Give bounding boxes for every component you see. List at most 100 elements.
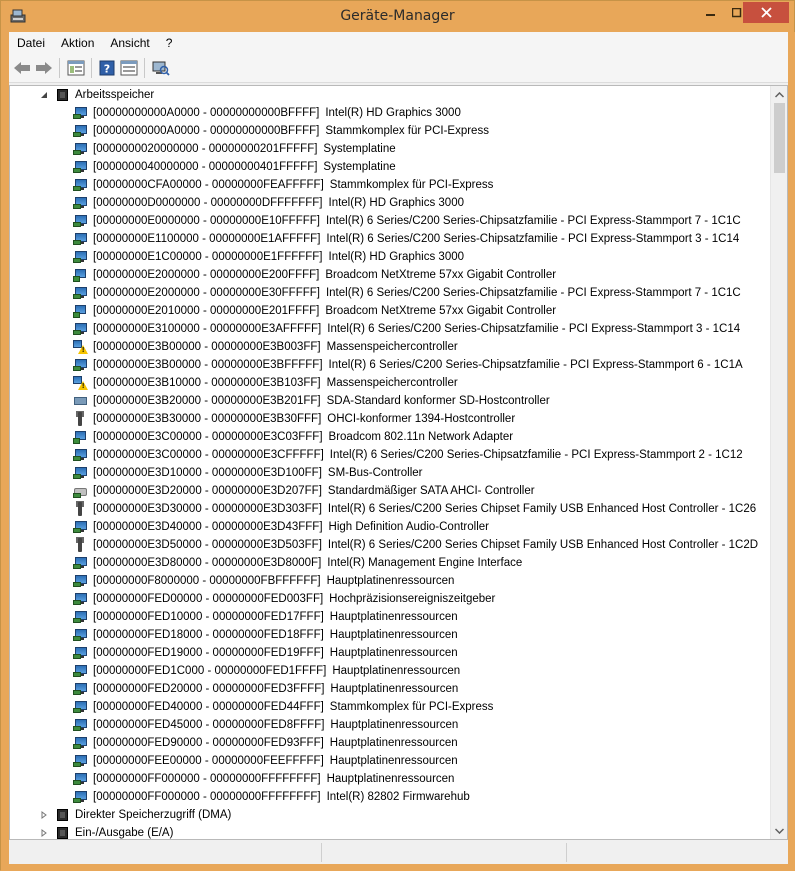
system-device-icon xyxy=(72,591,88,607)
tree-item[interactable]: [00000000E3C00000 - 00000000E3CFFFFF] Int… xyxy=(72,446,743,464)
scroll-thumb[interactable] xyxy=(774,103,785,173)
tree-item[interactable]: [00000000E1C00000 - 00000000E1FFFFFF] Int… xyxy=(72,248,464,266)
forward-icon[interactable] xyxy=(35,59,53,77)
memory-range: [00000000E3D30000 - 00000000E3D303FF] xyxy=(93,503,322,515)
tree-item[interactable]: [00000000CFA00000 - 00000000FEAFFFFF] Sta… xyxy=(72,176,493,194)
minimize-button[interactable] xyxy=(698,2,724,23)
close-icon xyxy=(760,7,772,18)
memory-range: [00000000FED1C000 - 00000000FED1FFFF] xyxy=(93,665,327,677)
device-label: Standardmäßiger SATA AHCI- Controller xyxy=(327,485,535,497)
memory-range: [00000000E3B30000 - 00000000E3B30FFF] xyxy=(93,413,322,425)
toolbar-separator xyxy=(91,58,92,78)
tree-item[interactable]: [00000000F8000000 - 00000000FBFFFFFF] Hau… xyxy=(72,572,454,590)
tree-item[interactable]: [00000000FF000000 - 00000000FFFFFFFF] Hau… xyxy=(72,770,454,788)
tree-item[interactable]: [00000000E3D10000 - 00000000E3D100FF] SM-… xyxy=(72,464,422,482)
tree-item[interactable]: [00000000FEE00000 - 00000000FEEFFFFF] Hau… xyxy=(72,752,458,770)
tree-root-collapsed[interactable]: Direkter Speicherzugriff (DMA) xyxy=(38,806,231,824)
device-tree-panel[interactable]: Arbeitsspeicher [00000000000A0000 - 0000… xyxy=(9,85,788,840)
close-button[interactable] xyxy=(743,2,789,23)
tree-root-collapsed[interactable]: Ein-/Ausgabe (E/A) xyxy=(38,824,173,839)
menu-help[interactable]: ? xyxy=(158,36,181,50)
system-device-icon xyxy=(72,609,88,625)
tree-item[interactable]: ! [00000000E3B00000 - 00000000E3B003FF] Ma… xyxy=(72,338,458,356)
device-label: Intel(R) 6 Series/C200 Series-Chipsatzfa… xyxy=(327,323,741,335)
system-device-icon xyxy=(72,321,88,337)
tree-item[interactable]: [00000000E0000000 - 00000000E10FFFFF] Int… xyxy=(72,212,741,230)
system-device-icon xyxy=(72,627,88,643)
status-divider xyxy=(566,843,567,862)
tree-item[interactable]: [00000000E3D50000 - 00000000E3D503FF] Int… xyxy=(72,536,758,554)
tree-item[interactable]: [00000000E3C00000 - 00000000E3C03FFF] Bro… xyxy=(72,428,513,446)
memory-range: [00000000E3D40000 - 00000000E3D43FFF] xyxy=(93,521,323,533)
tree-item[interactable]: [00000000E3100000 - 00000000E3AFFFFF] Int… xyxy=(72,320,740,338)
device-label: Hauptplatinenressourcen xyxy=(329,611,458,623)
tree-item[interactable]: [00000000FED00000 - 00000000FED003FF] Hoc… xyxy=(72,590,495,608)
tree-item[interactable]: [00000000000A0000 - 00000000000BFFFF] Sta… xyxy=(72,122,489,140)
show-hide-icon[interactable] xyxy=(120,59,138,77)
tree-root-arbeitsspeicher[interactable]: Arbeitsspeicher xyxy=(38,86,154,104)
tree-item[interactable]: [00000000E2000000 - 00000000E30FFFFF] Int… xyxy=(72,284,741,302)
tree-item[interactable]: [00000000E2010000 - 00000000E201FFFF] Bro… xyxy=(72,302,556,320)
title-bar[interactable]: Geräte-Manager xyxy=(1,1,794,32)
system-device-icon xyxy=(72,645,88,661)
device-label: Massenspeichercontroller xyxy=(326,377,458,389)
tree-item[interactable]: [00000000E3D30000 - 00000000E3D303FF] Int… xyxy=(72,500,756,518)
tree-item[interactable]: [00000000FED45000 - 00000000FED8FFFF] Hau… xyxy=(72,716,458,734)
menu-aktion[interactable]: Aktion xyxy=(53,36,102,50)
tree-item[interactable]: [00000000E3D40000 - 00000000E3D43FFF] Hig… xyxy=(72,518,489,536)
properties-view-icon[interactable] xyxy=(67,59,85,77)
expand-collapse-icon[interactable] xyxy=(38,89,50,101)
menu-ansicht[interactable]: Ansicht xyxy=(102,36,157,50)
tree-item[interactable]: [00000000FED19000 - 00000000FED19FFF] Hau… xyxy=(72,644,458,662)
memory-range: [00000000FED19000 - 00000000FED19FFF] xyxy=(93,647,324,659)
scan-hardware-icon[interactable] xyxy=(152,59,170,77)
tree-item[interactable]: [00000000000A0000 - 00000000000BFFFF] Int… xyxy=(72,104,461,122)
system-device-icon xyxy=(72,231,88,247)
tree-item[interactable]: [00000000E3B00000 - 00000000E3BFFFFF] Int… xyxy=(72,356,743,374)
vertical-scrollbar[interactable] xyxy=(770,86,787,839)
device-label: Hauptplatinenressourcen xyxy=(329,647,458,659)
expand-icon[interactable] xyxy=(38,809,50,821)
tree-item[interactable]: [00000000FF000000 - 00000000FFFFFFFF] Int… xyxy=(72,788,470,806)
tree-item[interactable]: [00000000D0000000 - 00000000DFFFFFFF] Int… xyxy=(72,194,464,212)
toolbar-separator xyxy=(144,58,145,78)
tree-item[interactable]: [00000000E1100000 - 00000000E1AFFFFF] Int… xyxy=(72,230,739,248)
memory-range: [00000000E2000000 - 00000000E200FFFF] xyxy=(93,269,320,281)
tree-item[interactable]: [00000000FED20000 - 00000000FED3FFFF] Hau… xyxy=(72,680,458,698)
tree-item[interactable]: [00000000E2000000 - 00000000E200FFFF] Bro… xyxy=(72,266,556,284)
help-icon[interactable]: ? xyxy=(98,59,116,77)
warning-device-icon: ! xyxy=(72,339,88,355)
scroll-up-icon[interactable] xyxy=(771,86,787,103)
tree-item[interactable]: [00000000FED90000 - 00000000FED93FFF] Hau… xyxy=(72,734,458,752)
tree-item[interactable]: [00000000E3B30000 - 00000000E3B30FFF] OHC… xyxy=(72,410,515,428)
tree-item[interactable]: [00000000E3D20000 - 00000000E3D207FF] Sta… xyxy=(72,482,535,500)
status-divider xyxy=(321,843,322,862)
tree-item[interactable]: [00000000E3B20000 - 00000000E3B201FF] SDA… xyxy=(72,392,550,410)
maximize-icon xyxy=(732,7,742,17)
memory-range: [00000000E3D10000 - 00000000E3D100FF] xyxy=(93,467,322,479)
memory-range: [00000000FF000000 - 00000000FFFFFFFF] xyxy=(93,791,321,803)
device-label: OHCI-konformer 1394-Hostcontroller xyxy=(327,413,516,425)
network-adapter-icon xyxy=(72,303,88,319)
memory-icon xyxy=(54,87,70,103)
tree-item[interactable]: [0000000020000000 - 00000000201FFFFF] Sys… xyxy=(72,140,396,158)
tree-item[interactable]: [00000000FED1C000 - 00000000FED1FFFF] Hau… xyxy=(72,662,460,680)
device-label: Broadcom 802.11n Network Adapter xyxy=(328,431,514,443)
menu-datei[interactable]: Datei xyxy=(9,36,53,50)
system-device-icon xyxy=(72,123,88,139)
tree-item[interactable]: [00000000FED18000 - 00000000FED18FFF] Hau… xyxy=(72,626,458,644)
disk-controller-icon xyxy=(72,483,88,499)
tree-item[interactable]: [00000000FED40000 - 00000000FED44FFF] Sta… xyxy=(72,698,493,716)
tree-item[interactable]: [00000000FED10000 - 00000000FED17FFF] Hau… xyxy=(72,608,458,626)
memory-range: [00000000E1C00000 - 00000000E1FFFFFF] xyxy=(93,251,323,263)
tree-item[interactable]: [00000000E3D80000 - 00000000E3D8000F] Int… xyxy=(72,554,522,572)
memory-range: [00000000F8000000 - 00000000FBFFFFFF] xyxy=(93,575,321,587)
tree-item[interactable]: [0000000040000000 - 00000000401FFFFF] Sys… xyxy=(72,158,396,176)
display-adapter-icon xyxy=(72,105,88,121)
expand-icon[interactable] xyxy=(38,827,50,839)
device-label: Intel(R) HD Graphics 3000 xyxy=(328,251,465,263)
tree-item[interactable]: ! [00000000E3B10000 - 00000000E3B103FF] Ma… xyxy=(72,374,458,392)
scroll-down-icon[interactable] xyxy=(771,822,787,839)
memory-range: [00000000FED40000 - 00000000FED44FFF] xyxy=(93,701,324,713)
back-icon[interactable] xyxy=(13,59,31,77)
